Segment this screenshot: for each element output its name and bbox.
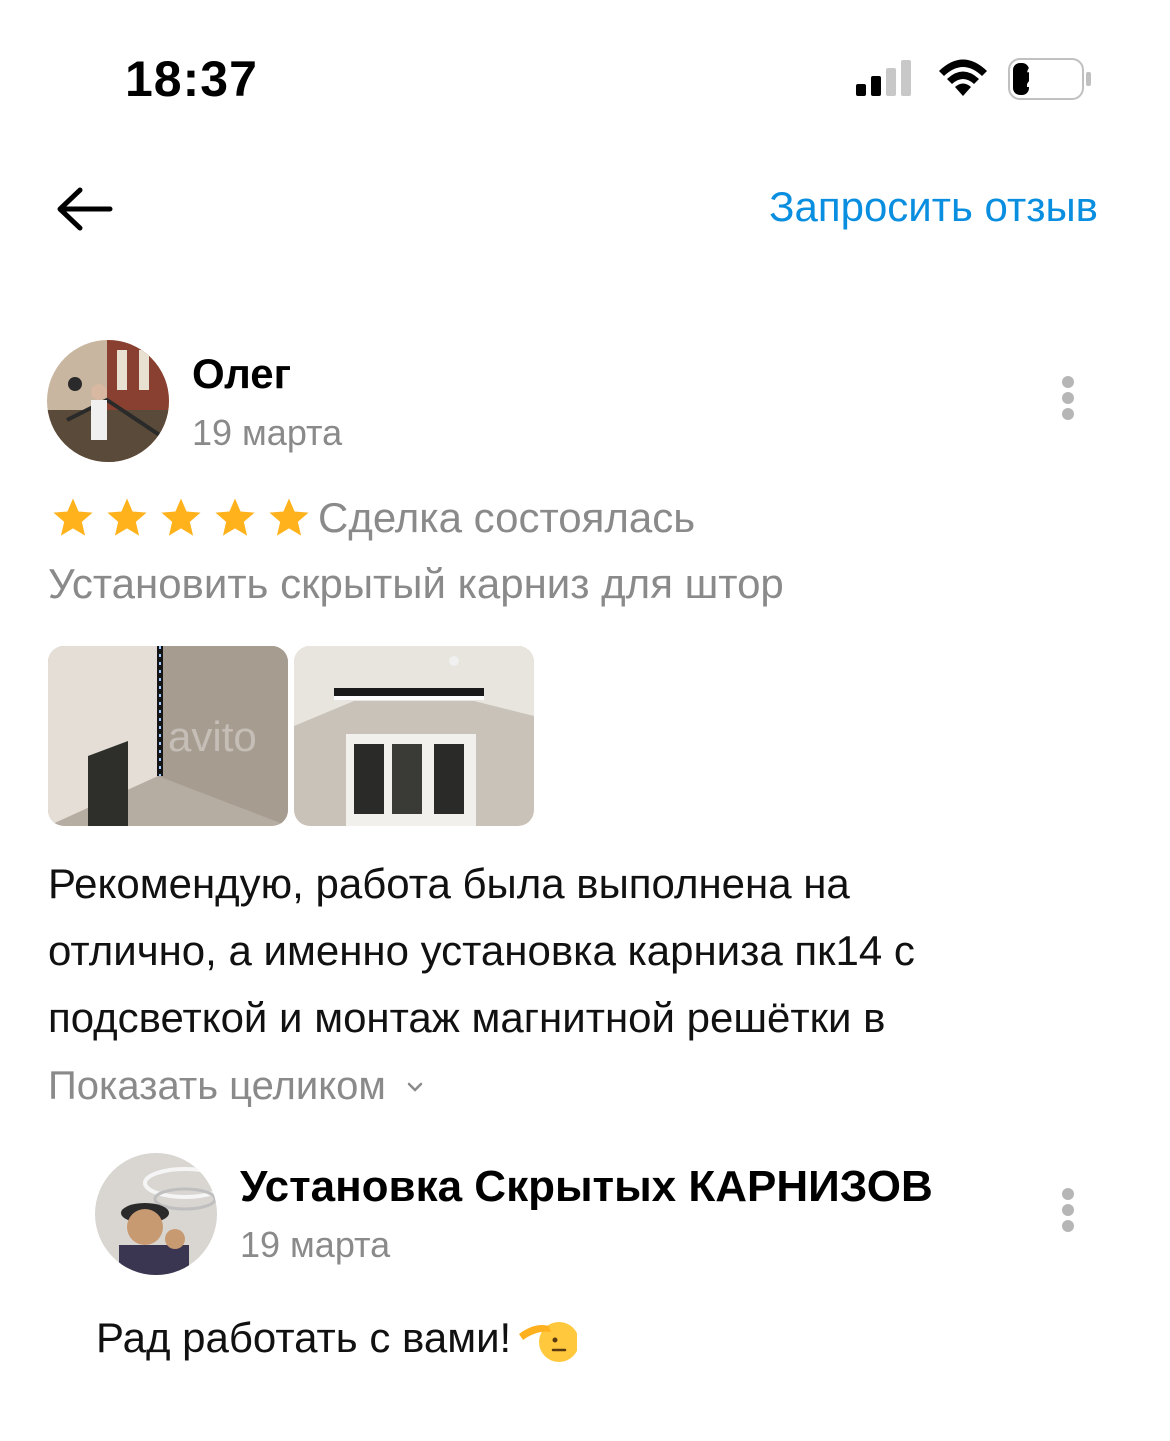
review-photo-1[interactable]: avito [48,646,288,826]
rating-stars [50,495,312,541]
review-text-line: Рекомендую, работа была выполнена на [48,860,850,907]
review-text: Рекомендую, работа была выполнена на отл… [48,850,1048,1051]
author-avatar[interactable] [47,340,169,462]
review-date: 19 марта [192,412,343,453]
star-icon [107,498,147,536]
saluting-face-emoji-icon [519,1322,578,1362]
review-more-options-icon[interactable] [1048,372,1088,432]
wifi-icon [939,59,987,96]
reply-author-avatar[interactable] [95,1153,217,1275]
reply-more-options-icon[interactable] [1048,1184,1088,1244]
star-icon [269,498,309,536]
reply-author-name[interactable]: Установка Скрытых КАРНИЗОВ [240,1162,933,1212]
deal-status: Сделка состоялась [318,494,696,541]
battery-level: 21 [1026,61,1060,94]
back-arrow-icon[interactable] [52,178,114,240]
star-icon [161,498,201,536]
reply-text: Рад работать с вами! [96,1312,578,1364]
request-review-button[interactable]: Запросить отзыв [769,183,1098,231]
status-time: 18:37 [125,51,258,107]
cellular-signal-icon [856,60,911,96]
svg-text:avito: avito [168,713,257,760]
review-photo-2[interactable] [294,646,534,826]
review-text-line: отлично, а именно установка карниза пк14… [48,927,915,974]
review-text-line: подсветкой и монтаж магнитной решётки в [48,994,886,1041]
review-author-name[interactable]: Олег [192,350,291,398]
reply-text-content: Рад работать с вами! [96,1314,512,1361]
reply-date: 19 марта [240,1224,391,1265]
star-icon [53,498,93,536]
show-more-button[interactable]: Показать целиком [48,1064,426,1109]
show-more-label: Показать целиком [48,1064,386,1108]
star-icon [215,498,255,536]
chevron-down-icon [407,1082,423,1092]
battery-icon: 21 [1008,58,1092,100]
review-service-title: Установить скрытый карниз для штор [48,560,784,607]
